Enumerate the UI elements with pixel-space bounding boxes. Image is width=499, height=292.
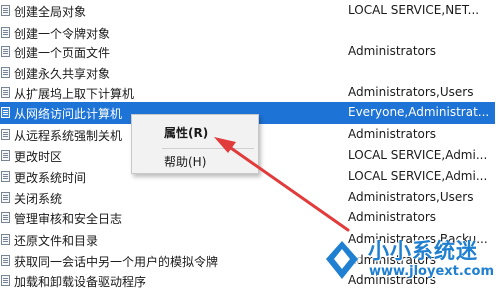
watermark-url: www.jloyext.com — [369, 264, 494, 279]
policy-icon — [1, 27, 10, 38]
policy-icon — [1, 212, 10, 223]
watermark-name: 小小系统迷 — [368, 239, 478, 263]
policy-name: 管理审核和安全日志 — [14, 212, 123, 226]
security-setting: LOCAL SERVICE,Admi... — [348, 148, 488, 162]
policy-name: 更改时区 — [14, 150, 63, 164]
policy-name: 关闭系统 — [14, 192, 63, 206]
policy-icon — [1, 275, 10, 286]
policy-name: 创建一个页面文件 — [14, 46, 111, 60]
watermark-logo-icon — [322, 237, 362, 283]
policy-icon — [1, 171, 10, 182]
security-setting: Administrators,Users — [348, 190, 474, 204]
watermark: 小小系统迷 www.jloyext.com — [318, 233, 499, 292]
policy-icon — [1, 234, 10, 245]
list-item[interactable]: 创建一个页面文件 Administrators — [0, 41, 495, 63]
list-item[interactable]: 从扩展坞上取下计算机 Administrators,Users — [0, 82, 495, 104]
policy-icon — [1, 129, 10, 140]
policy-icon — [1, 150, 10, 161]
menu-separator — [162, 148, 254, 149]
policy-icon — [1, 67, 10, 78]
security-setting: Everyone,Administrat... — [348, 105, 490, 119]
policy-name: 加载和卸载设备驱动程序 — [14, 275, 147, 289]
policy-name: 更改系统时间 — [14, 171, 87, 185]
security-setting: Administrators — [348, 127, 437, 141]
policy-name: 创建全局对象 — [14, 5, 87, 19]
policy-name: 从网络访问此计算机 — [14, 107, 123, 121]
menu-item-properties[interactable]: 属性(R) — [164, 124, 208, 141]
list-item[interactable]: 关闭系统 Administrators,Users — [0, 187, 495, 209]
policy-name: 从远程系统强制关机 — [14, 129, 123, 143]
policy-icon — [1, 107, 10, 118]
policy-name: 从扩展坞上取下计算机 — [14, 87, 135, 101]
list-item[interactable]: 创建全局对象 LOCAL SERVICE,NET... — [0, 0, 495, 22]
security-setting: Administrators — [348, 210, 437, 224]
policy-name: 获取同一会话中另一个用户的模拟令牌 — [14, 255, 219, 269]
security-setting: Administrators,Users — [348, 85, 474, 99]
context-menu: 属性(R) 帮助(H) — [131, 114, 259, 174]
policy-icon — [1, 87, 10, 98]
policy-name: 创建一个令牌对象 — [14, 27, 111, 41]
security-setting: Administrators — [348, 44, 437, 58]
menu-item-help[interactable]: 帮助(H) — [164, 153, 206, 170]
policy-icon — [1, 255, 10, 266]
policy-icon — [1, 192, 10, 203]
security-setting: LOCAL SERVICE,Admi... — [348, 169, 488, 183]
policy-icon — [1, 5, 10, 16]
policy-name: 创建永久共享对象 — [14, 67, 111, 81]
policy-icon — [1, 46, 10, 57]
list-item[interactable]: 管理审核和安全日志 Administrators — [0, 207, 495, 229]
policy-name: 还原文件和目录 — [14, 234, 99, 248]
security-setting: LOCAL SERVICE,NET... — [348, 3, 480, 17]
list-item[interactable]: 创建永久共享对象 — [0, 62, 495, 84]
